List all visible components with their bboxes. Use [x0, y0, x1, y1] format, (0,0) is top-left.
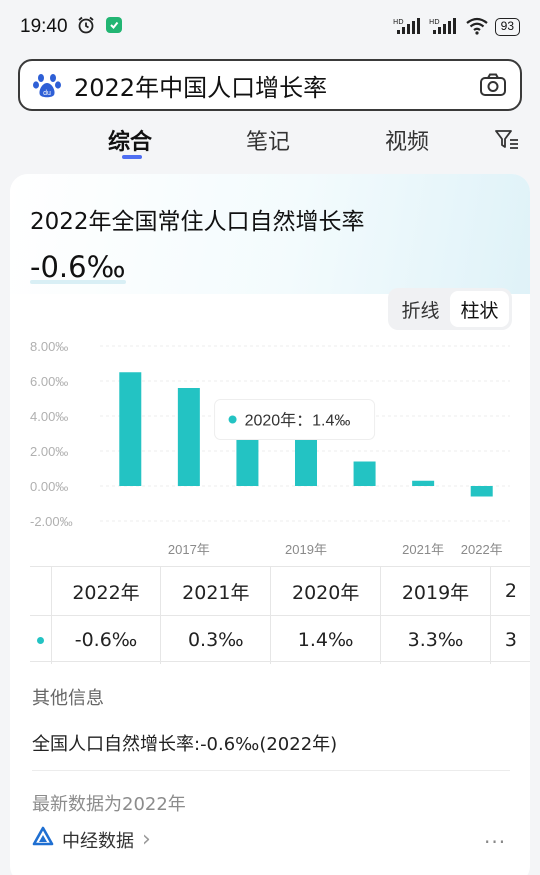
tooltip-dot [228, 415, 237, 424]
bar [177, 388, 200, 486]
bar [353, 461, 376, 486]
tab-video[interactable]: 视频 [385, 124, 429, 156]
y-tick-label: 8.00‰ [30, 339, 68, 354]
battery-indicator: 93 [494, 18, 520, 36]
bar [119, 372, 142, 486]
search-input[interactable]: 2022年中国人口增长率 [74, 68, 327, 103]
table-corner [30, 567, 52, 615]
y-tick-label: 4.00‰ [30, 409, 68, 424]
table-header: 2021年 [161, 567, 272, 615]
y-tick-label: 0.00‰ [30, 479, 68, 494]
table-header: 2 [504, 580, 517, 602]
signal-icon: HD [393, 16, 423, 39]
table-row: -0.6‰ 0.3‰ 1.4‰ 3.3‰ 3 [30, 615, 530, 664]
headline-value: -0.6‰ [30, 250, 126, 284]
result-tabs: 综合 笔记 视频 [0, 118, 540, 166]
alarm-icon [76, 15, 96, 40]
population-card: 2022年全国常住人口自然增长率 -0.6‰ 折线 柱状 8.00‰ 6.00‰ 4… [10, 174, 530, 875]
svg-text:du: du [43, 90, 51, 97]
table-header-row: 2022年 2021年 2020年 2019年 2 [30, 567, 530, 615]
baidu-logo-icon: du [32, 70, 62, 100]
x-tick-label: 2019年 [285, 542, 327, 557]
tooltip-text: 2020年：1.4‰ [245, 412, 351, 430]
filter-icon[interactable] [494, 128, 520, 156]
search-box[interactable]: du 2022年中国人口增长率 [18, 59, 522, 111]
wifi-icon [465, 16, 489, 39]
table-header: 2019年 [381, 567, 491, 615]
table-cell: 3.3‰ [381, 616, 491, 664]
chart-type-toggle: 折线 柱状 [388, 288, 512, 330]
series-dot [30, 616, 52, 664]
headline-underline [30, 280, 126, 284]
y-tick-label: -2.00‰ [30, 514, 73, 529]
toggle-line-button[interactable]: 折线 [391, 291, 450, 327]
status-bar: 19:40 HD HD 93 [0, 0, 540, 54]
camera-icon[interactable] [478, 70, 508, 100]
divider [32, 770, 510, 771]
table-header: 2022年 [52, 567, 162, 615]
active-tab-indicator [122, 155, 142, 159]
toggle-bar-button[interactable]: 柱状 [450, 291, 509, 327]
tab-comprehensive[interactable]: 综合 [108, 124, 152, 156]
bar [412, 480, 435, 486]
other-info-title: 其他信息 [32, 688, 104, 709]
y-tick-label: 6.00‰ [30, 374, 68, 389]
table-cell: 0.3‰ [161, 616, 272, 664]
table-cell: 3 [504, 629, 517, 651]
signal-icon-2: HD [429, 16, 459, 39]
latest-data-note: 最新数据为2022年 [32, 794, 186, 815]
more-options-icon[interactable]: ··· [484, 830, 506, 854]
table-cell: -0.6‰ [52, 616, 162, 664]
svg-text:HD: HD [393, 18, 404, 26]
other-info-line: 全国人口自然增长率:-0.6‰(2022年) [32, 734, 338, 755]
series-dot-icon [36, 636, 44, 644]
source-name: 中经数据 [62, 830, 134, 852]
x-tick-label: 2021年 [402, 542, 444, 557]
bar [470, 486, 493, 497]
data-table: 2022年 2021年 2020年 2019年 2 -0.6‰ 0.3‰ 1.4… [30, 566, 530, 664]
card-title: 2022年全国常住人口自然增长率 [30, 209, 365, 235]
svg-text:HD: HD [429, 18, 440, 26]
x-tick-label: 2022年 [461, 542, 503, 557]
bar-chart-svg: 8.00‰ 6.00‰ 4.00‰ 2.00‰ 0.00‰ -2.00‰ 2017年 2019… [30, 339, 510, 557]
y-tick-label: 2.00‰ [30, 444, 68, 459]
tab-notes[interactable]: 笔记 [246, 124, 290, 156]
source-logo-icon [32, 826, 54, 853]
x-tick-label: 2017年 [168, 542, 210, 557]
table-cell: 1.4‰ [271, 616, 382, 664]
status-time: 19:40 [20, 16, 68, 37]
chevron-right-icon: › [142, 827, 151, 852]
table-header: 2020年 [271, 567, 382, 615]
source-link[interactable]: 中经数据 › [32, 826, 151, 853]
app-notification-icon [104, 15, 124, 40]
bar-chart: 8.00‰ 6.00‰ 4.00‰ 2.00‰ 0.00‰ -2.00‰ 2017年 2019… [20, 334, 520, 724]
